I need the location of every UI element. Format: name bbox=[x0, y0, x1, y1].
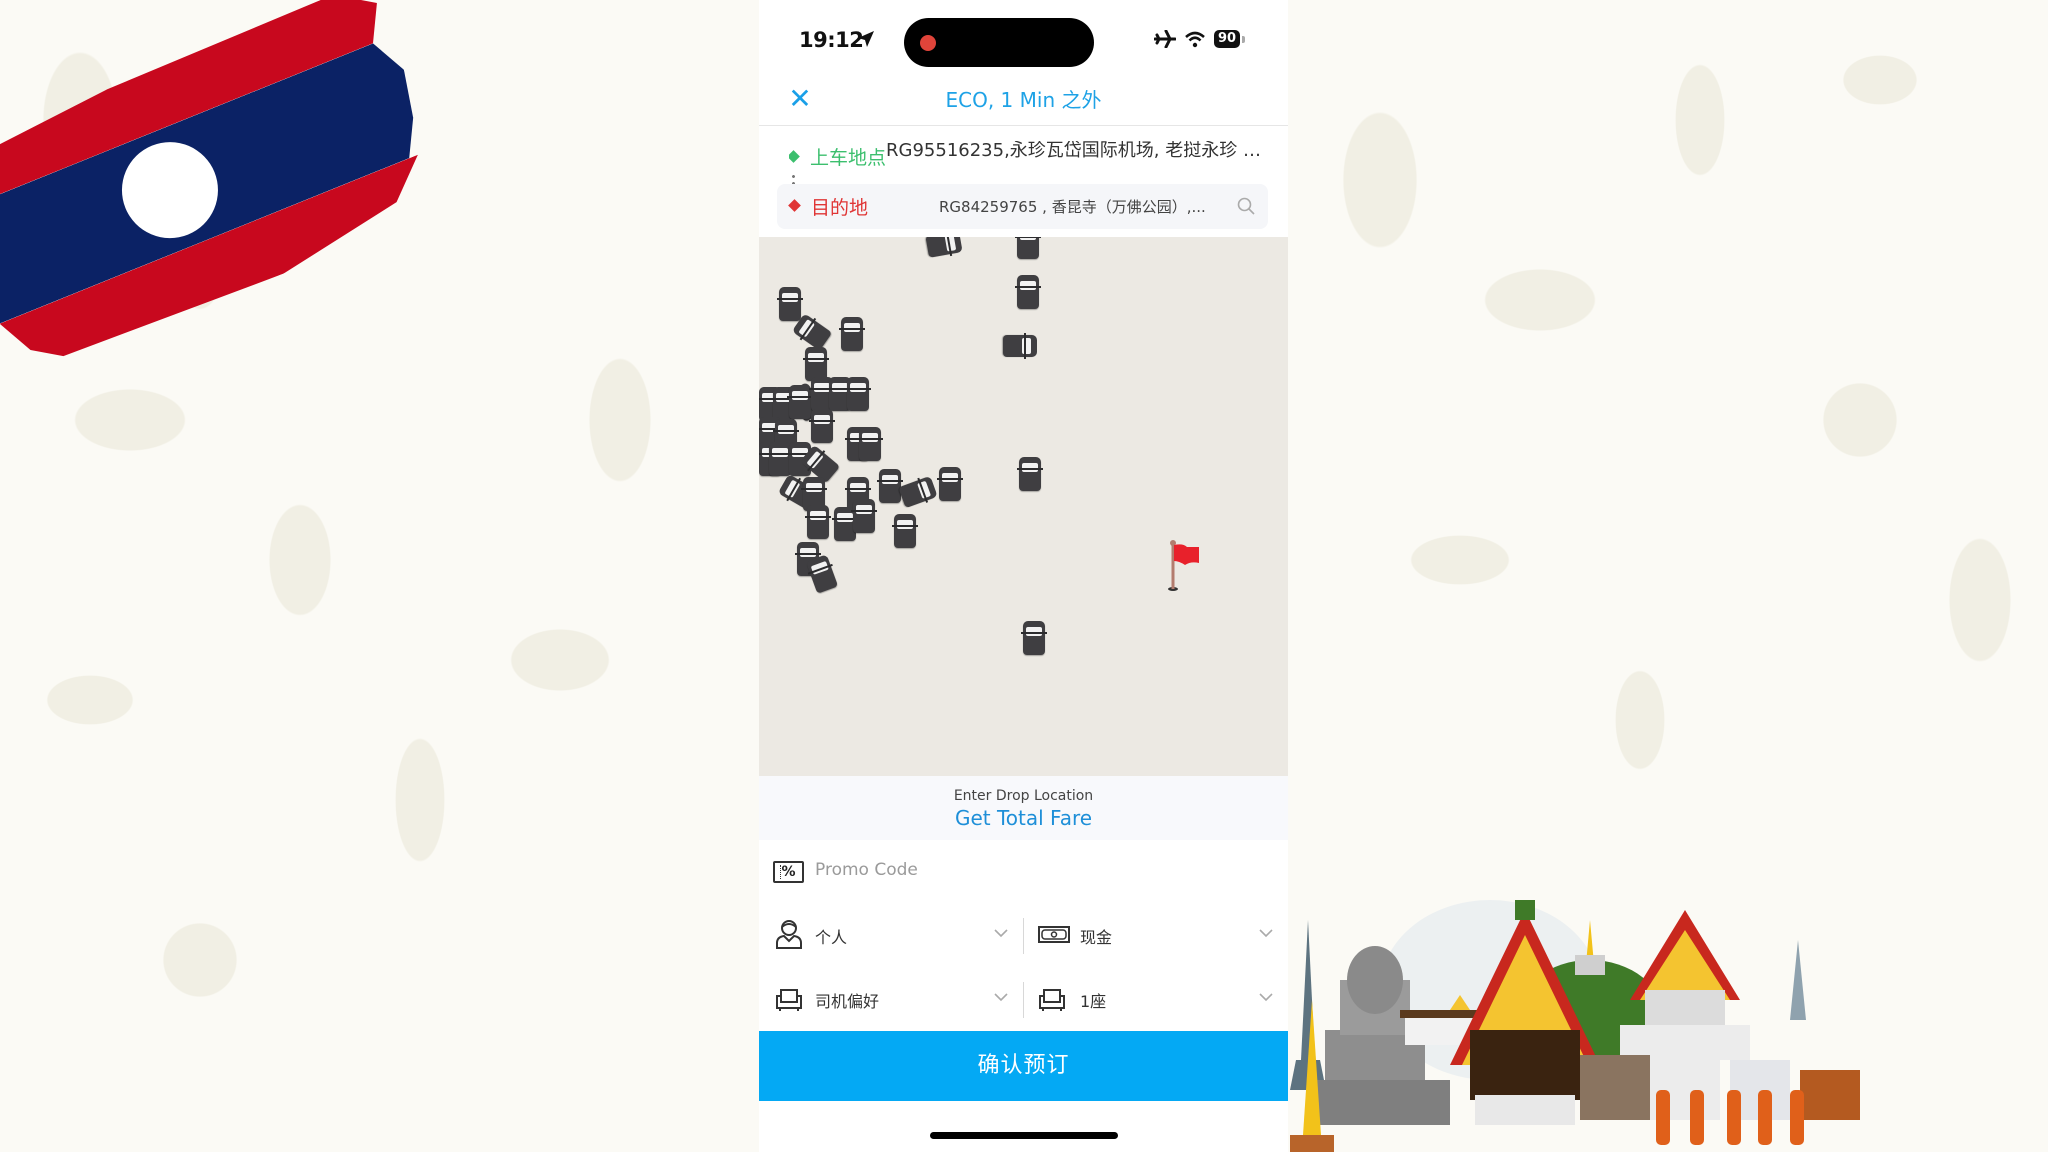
battery-tip bbox=[1242, 35, 1246, 43]
home-indicator[interactable] bbox=[930, 1132, 1118, 1139]
fare-hint: Enter Drop Location bbox=[953, 788, 1094, 804]
payment-method-value: 现金 bbox=[1080, 928, 1113, 947]
car-icon bbox=[787, 385, 813, 419]
driver-preference-select[interactable]: 司机偏好 bbox=[759, 974, 1023, 1024]
confirm-booking-button[interactable]: 确认预订 bbox=[759, 1031, 1288, 1101]
car-icon bbox=[805, 505, 831, 539]
pickup-label: 上车地点 bbox=[810, 146, 887, 169]
fare-section: Enter Drop Location Get Total Fare bbox=[759, 776, 1288, 840]
promo-code-input[interactable] bbox=[815, 860, 1215, 880]
car-icon bbox=[777, 287, 803, 321]
car-icon bbox=[857, 427, 883, 461]
pickup-address: RG95516235,永珍瓦岱国际机场, 老挝永珍 ཀ... bbox=[886, 141, 1268, 161]
seat-icon bbox=[1039, 989, 1065, 1011]
promo-row: % bbox=[759, 852, 1288, 892]
car-icon bbox=[839, 317, 865, 351]
car-icon bbox=[892, 514, 918, 548]
wifi-icon bbox=[1185, 31, 1205, 48]
chevron-down-icon bbox=[994, 929, 1008, 938]
payment-method-select[interactable]: 现金 bbox=[1024, 910, 1288, 960]
account-type-value: 个人 bbox=[815, 928, 848, 947]
cash-icon bbox=[1038, 926, 1070, 943]
car-icon bbox=[1021, 621, 1047, 655]
destination-field[interactable]: 目的地 RG84259765 , 香昆寺（万佛公园）,... bbox=[777, 184, 1268, 229]
laos-skyline-illustration bbox=[1290, 900, 1860, 1152]
seats-select[interactable]: 1座 bbox=[1024, 974, 1288, 1024]
destination-address: RG84259765 , 香昆寺（万佛公园）,... bbox=[939, 198, 1206, 216]
map-view[interactable] bbox=[759, 237, 1288, 776]
car-icon bbox=[925, 237, 963, 258]
destination-label: 目的地 bbox=[811, 197, 869, 219]
location-panel: 上车地点 RG95516235,永珍瓦岱国际机场, 老挝永珍 ཀ... 目的地 … bbox=[759, 127, 1288, 237]
battery-icon: 90 bbox=[1214, 30, 1241, 48]
search-icon[interactable] bbox=[1236, 196, 1256, 216]
status-icons: 90 bbox=[1154, 30, 1246, 48]
car-icon bbox=[937, 467, 963, 501]
car-icon bbox=[809, 409, 835, 443]
car-icon bbox=[1015, 237, 1041, 259]
car-icon bbox=[803, 347, 829, 381]
airplane-icon bbox=[1154, 30, 1176, 48]
get-total-fare-link[interactable]: Get Total Fare bbox=[759, 806, 1288, 830]
seat-icon bbox=[776, 989, 802, 1011]
car-icon bbox=[1003, 335, 1037, 357]
chevron-down-icon bbox=[1259, 929, 1273, 938]
red-flag-icon bbox=[1168, 540, 1199, 591]
car-icon bbox=[1017, 457, 1043, 491]
destination-marker-icon bbox=[788, 199, 801, 212]
car-icon bbox=[851, 499, 877, 533]
status-bar: 19:12 90 bbox=[759, 0, 1288, 72]
car-icon bbox=[767, 442, 793, 476]
page-title: ECO, 1 Min 之外 bbox=[945, 88, 1102, 112]
car-icon bbox=[877, 469, 903, 503]
recording-indicator-icon bbox=[920, 35, 936, 51]
nav-bar: ✕ ECO, 1 Min 之外 bbox=[759, 72, 1288, 126]
pickup-marker-icon bbox=[789, 149, 800, 163]
status-time: 19:12 bbox=[799, 28, 864, 52]
phone-screen: 19:12 90 ✕ ECO, 1 Min 之外 上车地点 RG95516235… bbox=[759, 0, 1288, 1152]
seats-value: 1座 bbox=[1080, 992, 1107, 1011]
car-icon bbox=[1015, 275, 1041, 309]
car-icon bbox=[845, 377, 871, 411]
options-row-2: 司机偏好 1座 bbox=[759, 974, 1288, 1024]
car-icon bbox=[805, 554, 839, 594]
pickup-field[interactable]: 上车地点 RG95516235,永珍瓦岱国际机场, 老挝永珍 ཀ... bbox=[789, 141, 1268, 171]
options-row-1: 个人 现金 bbox=[759, 910, 1288, 960]
person-icon bbox=[776, 920, 802, 949]
chevron-down-icon bbox=[1259, 993, 1273, 1002]
driver-preference-value: 司机偏好 bbox=[815, 992, 880, 1011]
dynamic-island bbox=[904, 18, 1094, 67]
account-type-select[interactable]: 个人 bbox=[759, 910, 1023, 960]
car-icon bbox=[898, 475, 938, 509]
location-arrow-icon bbox=[858, 31, 874, 47]
promo-ticket-icon: % bbox=[773, 861, 804, 883]
chevron-down-icon bbox=[994, 993, 1008, 1002]
